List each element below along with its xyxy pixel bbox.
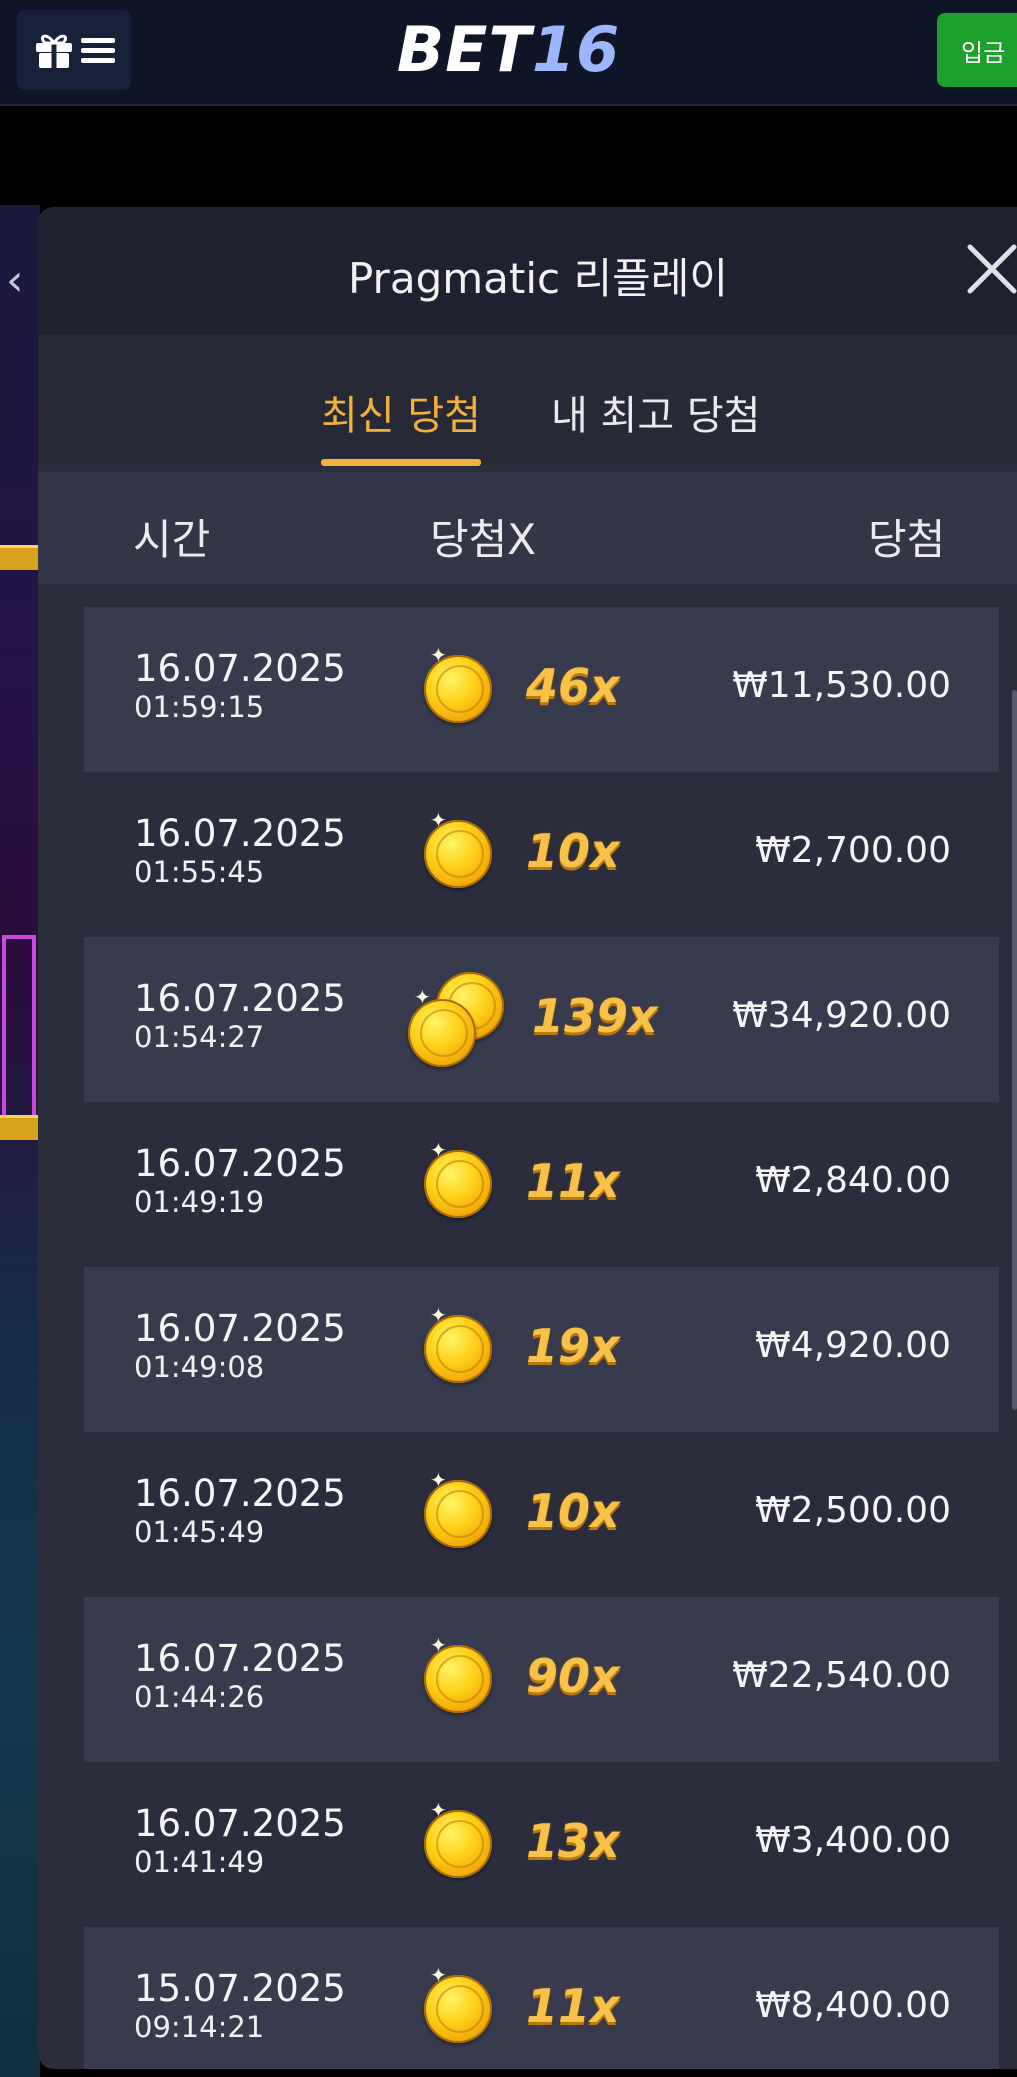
close-icon[interactable] <box>962 239 1017 299</box>
win-time: 01:54:27 <box>134 1020 265 1054</box>
win-date: 16.07.2025 <box>134 1802 346 1845</box>
win-multiplier: 46x <box>526 659 620 713</box>
column-header-win: 당첨 <box>868 515 946 564</box>
win-amount: ₩2,700.00 <box>755 830 951 871</box>
win-time: 01:55:45 <box>134 855 265 889</box>
win-date: 16.07.2025 <box>134 647 346 690</box>
win-amount: ₩8,400.00 <box>755 1985 951 2026</box>
win-date: 16.07.2025 <box>134 1472 346 1515</box>
column-header-multiplier: 당첨X <box>430 515 537 564</box>
scrollbar[interactable] <box>1012 690 1017 1410</box>
win-date: 16.07.2025 <box>134 977 346 1020</box>
win-date: 15.07.2025 <box>134 1967 346 2010</box>
column-header-time: 시간 <box>133 515 211 564</box>
win-time: 09:14:21 <box>134 2010 265 2044</box>
win-date: 16.07.2025 <box>134 1307 346 1350</box>
win-amount: ₩2,840.00 <box>755 1160 951 1201</box>
table-row[interactable]: 16.07.2025 01:49:19 ✦ 11x ₩2,840.00 <box>84 1102 999 1267</box>
table-row[interactable]: 15.07.2025 09:14:21 ✦ 11x ₩8,400.00 <box>84 1927 999 2069</box>
active-tab-indicator <box>321 459 481 466</box>
panel-header: Pragmatic 리플레이 <box>38 207 1017 335</box>
table-row[interactable]: 16.07.2025 01:49:08 ✦ 19x ₩4,920.00 <box>84 1267 999 1432</box>
tab-my-best-wins[interactable]: 내 최고 당첨 <box>551 383 760 441</box>
win-multiplier: 11x <box>526 1154 620 1208</box>
panel-title: Pragmatic 리플레이 <box>347 254 729 303</box>
table-row[interactable]: 16.07.2025 01:55:45 ✦ 10x ₩2,700.00 <box>84 772 999 937</box>
game-background: ‹ <box>0 205 40 2077</box>
chevron-left-icon[interactable]: ‹ <box>6 255 24 306</box>
win-multiplier: 10x <box>526 1484 620 1538</box>
table-row[interactable]: 16.07.2025 01:45:49 ✦ 10x ₩2,500.00 <box>84 1432 999 1597</box>
win-amount: ₩34,920.00 <box>732 995 951 1036</box>
win-date: 16.07.2025 <box>134 1142 346 1185</box>
game-decoration <box>0 545 38 570</box>
win-multiplier: 10x <box>526 824 620 878</box>
win-amount: ₩4,920.00 <box>755 1325 951 1366</box>
win-amount: ₩3,400.00 <box>755 1820 951 1861</box>
win-multiplier: 19x <box>526 1319 620 1373</box>
table-row[interactable]: 16.07.2025 01:54:27 ✦ 139x ₩34,920.00 <box>84 937 999 1102</box>
site-logo[interactable]: BET16 <box>0 14 1017 86</box>
win-time: 01:49:19 <box>134 1185 265 1219</box>
replay-panel: Pragmatic 리플레이 최신 당첨 내 최고 당첨 시간 당첨X 당첨 1… <box>38 207 1017 2069</box>
win-time: 01:41:49 <box>134 1845 265 1879</box>
table-header: 시간 당첨X 당첨 <box>38 472 1017 584</box>
win-amount: ₩11,530.00 <box>732 665 951 706</box>
deposit-button[interactable]: 입금 <box>937 13 1017 87</box>
win-multiplier: 90x <box>526 1649 620 1703</box>
tab-latest-wins[interactable]: 최신 당첨 <box>321 383 481 441</box>
win-time: 01:45:49 <box>134 1515 265 1549</box>
table-row[interactable]: 16.07.2025 01:59:15 ✦ 46x ₩11,530.00 <box>84 607 999 772</box>
table-row[interactable]: 16.07.2025 01:41:49 ✦ 13x ₩3,400.00 <box>84 1762 999 1927</box>
win-multiplier: 11x <box>526 1979 620 2033</box>
win-time: 01:49:08 <box>134 1350 265 1384</box>
win-date: 16.07.2025 <box>134 1637 346 1680</box>
top-bar: BET16 입금 <box>0 0 1017 106</box>
wins-list: 16.07.2025 01:59:15 ✦ 46x ₩11,530.00 16.07.20… <box>84 607 999 2069</box>
win-time: 01:44:26 <box>134 1680 265 1714</box>
win-amount: ₩2,500.00 <box>755 1490 951 1531</box>
tab-bar: 최신 당첨 내 최고 당첨 <box>38 335 1017 466</box>
win-multiplier: 13x <box>526 1814 620 1868</box>
win-time: 01:59:15 <box>134 690 265 724</box>
win-multiplier: 139x <box>532 989 658 1043</box>
game-decoration <box>2 935 36 1135</box>
game-decoration <box>0 1115 38 1140</box>
win-date: 16.07.2025 <box>134 812 346 855</box>
win-amount: ₩22,540.00 <box>732 1655 951 1696</box>
table-row[interactable]: 16.07.2025 01:44:26 ✦ 90x ₩22,540.00 <box>84 1597 999 1762</box>
